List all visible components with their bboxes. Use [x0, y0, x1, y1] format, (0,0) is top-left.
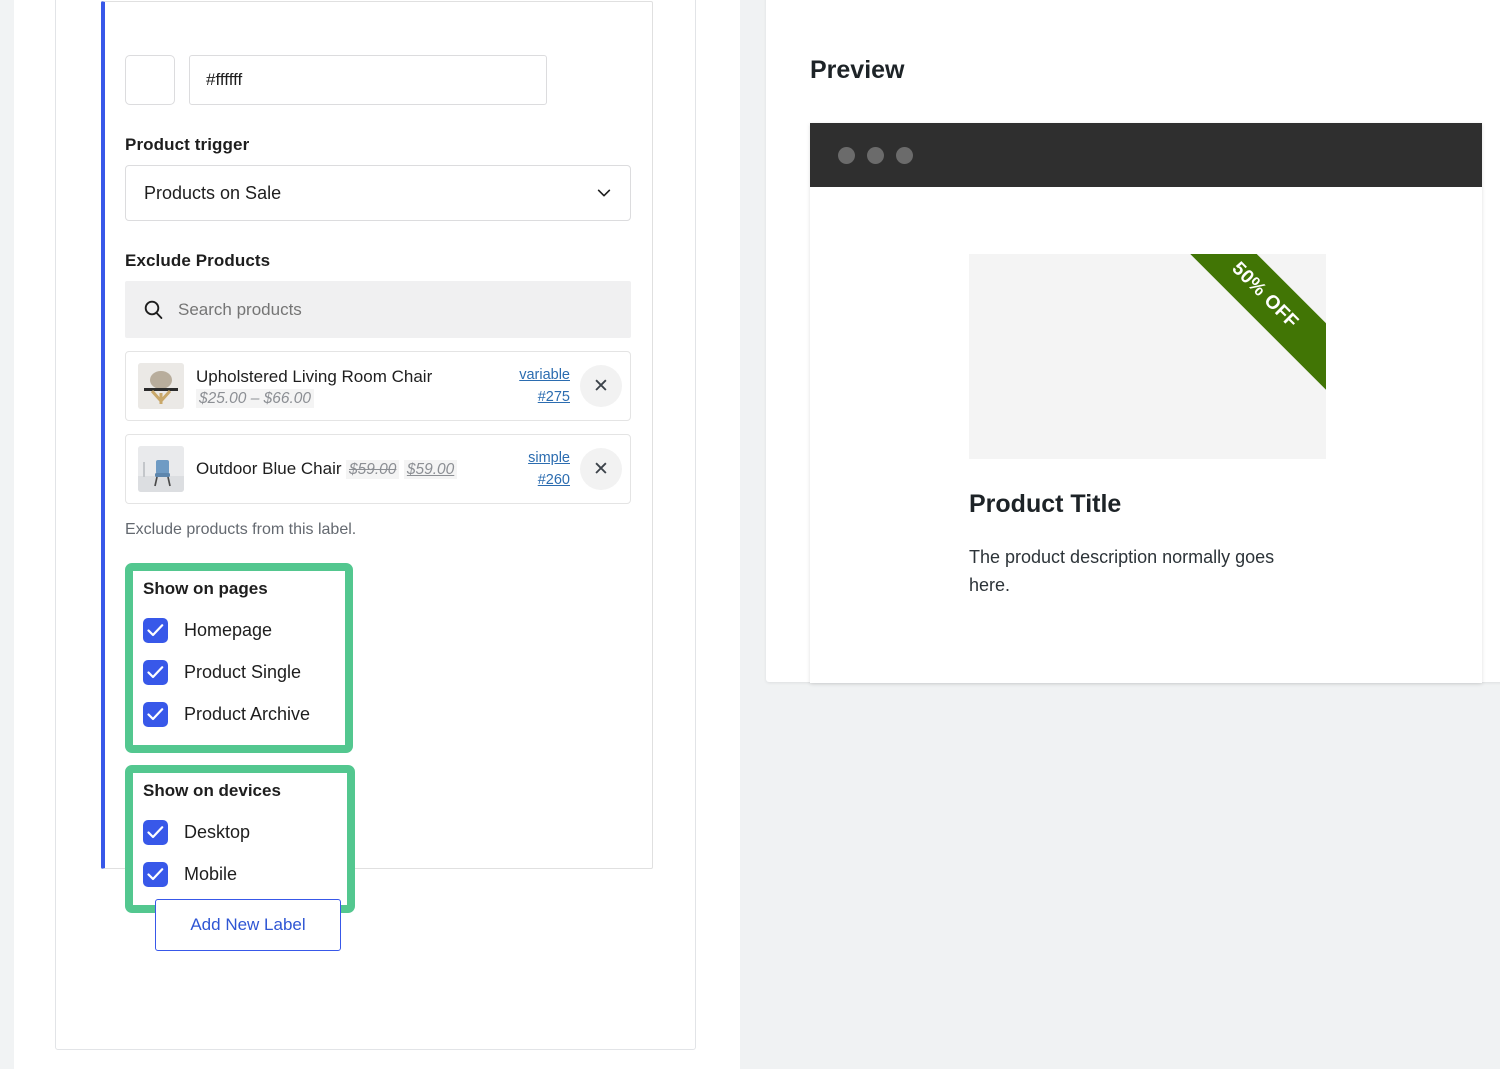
color-hex-input[interactable]: [189, 55, 547, 105]
discount-ribbon-text: 50% OFF: [1227, 257, 1303, 333]
product-id-link[interactable]: #275: [512, 386, 570, 408]
checkbox-label: Mobile: [184, 863, 238, 884]
excluded-product-row: Outdoor Blue Chair $59.00 $59.00 simple …: [125, 434, 631, 504]
screen-root: Product trigger Products on Sale Exclude…: [0, 0, 1500, 1069]
exclude-products-label: Exclude Products: [125, 251, 271, 270]
page-left-margin: [14, 0, 55, 1069]
product-trigger-value: Products on Sale: [144, 182, 282, 203]
show-on-devices-title: Show on devices: [143, 781, 281, 800]
checkbox-product-archive[interactable]: [143, 701, 168, 727]
checkbox-row-homepage[interactable]: Homepage: [143, 609, 335, 651]
remove-product-button[interactable]: ✕: [580, 448, 622, 490]
blue-chair-thumbnail-icon: [138, 446, 184, 492]
checkbox-row-product-single[interactable]: Product Single: [143, 651, 335, 693]
preview-product-description: The product description normally goes he…: [969, 547, 1275, 595]
checkbox-desktop[interactable]: [143, 819, 168, 845]
product-trigger-select-wrap[interactable]: Products on Sale: [125, 165, 631, 221]
excluded-product-info: Outdoor Blue Chair $59.00 $59.00: [184, 456, 512, 482]
preview-panel: Preview 50% OFF Product Title The produc…: [766, 0, 1500, 683]
checkbox-homepage[interactable]: [143, 617, 168, 643]
show-on-pages-title: Show on pages: [143, 579, 268, 598]
preview-product-title: Product Title: [969, 490, 1122, 518]
preview-heading: Preview: [810, 56, 905, 84]
show-on-devices-group: Show on devices Desktop Mobile: [125, 765, 355, 913]
checkbox-row-product-archive[interactable]: Product Archive: [143, 693, 335, 735]
add-new-label-button[interactable]: Add New Label: [155, 899, 341, 951]
check-icon: [147, 707, 164, 720]
excluded-product-row: Upholstered Living Room Chair $25.00 – $…: [125, 351, 631, 421]
excluded-product-price: $59.00: [403, 460, 458, 479]
preview-product-card: 50% OFF Product Title The product descri…: [969, 254, 1326, 599]
checkbox-label: Product Archive: [184, 703, 311, 724]
excluded-product-name: Outdoor Blue Chair: [196, 459, 342, 478]
excluded-product-price: $25.00 – $66.00: [196, 389, 315, 408]
browser-title-bar: [810, 123, 1482, 187]
armchair-thumbnail-icon: [138, 363, 184, 409]
check-icon: [147, 825, 164, 838]
product-trigger-select[interactable]: Products on Sale: [125, 165, 631, 221]
label-editor-block: Product trigger Products on Sale Exclude…: [101, 1, 653, 913]
preview-product-image: 50% OFF: [969, 254, 1326, 459]
show-on-pages-group: Show on pages Homepage Product Single Pr…: [125, 563, 353, 753]
discount-ribbon: 50% OFF: [1145, 254, 1326, 415]
product-type-link[interactable]: simple: [512, 447, 570, 469]
checkbox-row-desktop[interactable]: Desktop: [143, 811, 337, 853]
check-icon: [147, 867, 164, 880]
checkbox-label: Product Single: [184, 661, 302, 682]
color-swatch[interactable]: [125, 55, 175, 105]
excluded-product-links: simple #260: [512, 447, 574, 491]
close-icon: ✕: [593, 458, 609, 480]
exclude-products-helper-text: Exclude products from this label.: [125, 521, 357, 538]
checkbox-row-mobile[interactable]: Mobile: [143, 853, 337, 895]
browser-dot-minimize-icon: [867, 146, 884, 164]
browser-mockup: 50% OFF Product Title The product descri…: [810, 123, 1482, 683]
product-search-placeholder: Search products: [178, 299, 302, 319]
product-trigger-label: Product trigger: [125, 135, 250, 154]
checkbox-product-single[interactable]: [143, 659, 168, 685]
search-icon: [144, 300, 163, 319]
checkbox-label: Homepage: [184, 619, 273, 640]
label-editor-fields: Product trigger Products on Sale Exclude…: [125, 2, 635, 913]
excluded-product-links: variable #275: [512, 364, 574, 408]
checkbox-mobile[interactable]: [143, 861, 168, 887]
excluded-product-info: Upholstered Living Room Chair $25.00 – $…: [184, 364, 512, 408]
remove-product-button[interactable]: ✕: [580, 365, 622, 407]
product-type-link[interactable]: variable: [512, 364, 570, 386]
color-field-row: [125, 2, 635, 105]
browser-dot-close-icon: [838, 146, 855, 164]
label-settings-card: Product trigger Products on Sale Exclude…: [55, 0, 696, 1050]
check-icon: [147, 665, 164, 678]
page-left-gutter: [0, 0, 14, 1069]
product-id-link[interactable]: #260: [512, 469, 570, 491]
check-icon: [147, 623, 164, 636]
excluded-product-original-price: $59.00: [345, 460, 400, 479]
browser-dot-maximize-icon: [896, 146, 913, 164]
excluded-product-name: Upholstered Living Room Chair: [196, 367, 433, 386]
checkbox-label: Desktop: [184, 821, 251, 842]
product-search-box[interactable]: Search products: [125, 281, 631, 338]
close-icon: ✕: [593, 375, 609, 397]
